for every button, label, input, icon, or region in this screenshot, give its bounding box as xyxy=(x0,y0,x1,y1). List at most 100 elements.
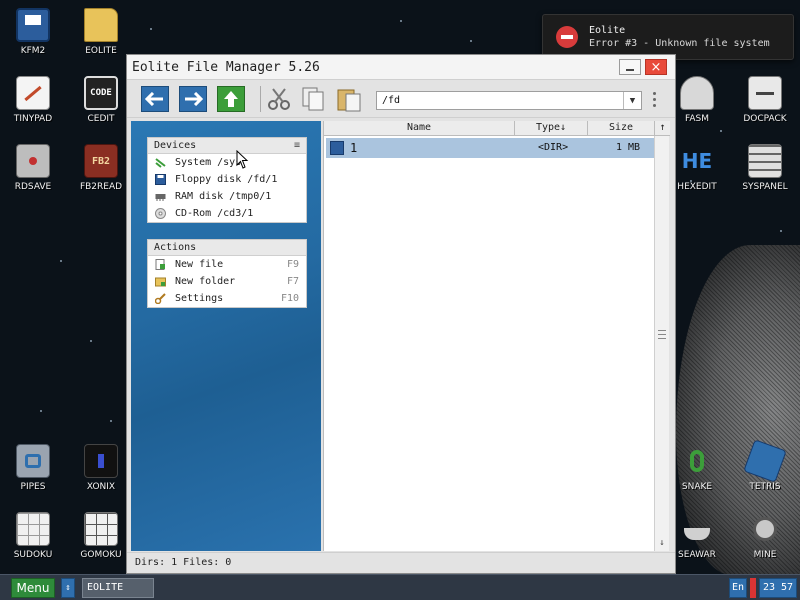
mine-icon xyxy=(748,512,782,546)
copy-icon xyxy=(302,87,324,111)
shortcut-key: F9 xyxy=(286,259,299,270)
desktop-icon-docpack[interactable]: DOCPACK xyxy=(732,76,798,124)
taskbar-item-eolite[interactable]: EOLITE xyxy=(82,578,154,598)
forward-button[interactable] xyxy=(179,86,207,112)
paste-button[interactable] xyxy=(335,86,363,112)
gomoku-icon xyxy=(84,512,118,546)
minimize-button[interactable] xyxy=(619,59,641,75)
book-icon: FB2 xyxy=(84,144,118,178)
desktop-icon-label: CEDIT xyxy=(87,114,115,124)
scissors-icon xyxy=(268,88,290,110)
path-input[interactable]: /fd ▼ xyxy=(376,91,642,110)
sidebar: Devices ≡ System /sys Floppy disk /fd/1 … xyxy=(131,121,321,551)
status-bar: Dirs: 1 Files: 0 xyxy=(127,552,675,573)
shortcut-key: F7 xyxy=(286,276,299,287)
desktop-icon-rdsave[interactable]: RDSAVE xyxy=(0,144,66,192)
chevron-down-icon[interactable]: ▼ xyxy=(623,92,641,109)
device-item-cdrom[interactable]: CD-Rom /cd3/1 xyxy=(148,205,306,222)
action-new-folder[interactable]: New folder F7 xyxy=(148,273,306,290)
desktop-icon-cedit[interactable]: CODE CEDIT xyxy=(68,76,134,124)
devices-header[interactable]: Devices ≡ xyxy=(148,138,306,154)
action-settings[interactable]: Settings F10 xyxy=(148,290,306,307)
taskbar: Menu ⇕ EOLITE En 23 57 xyxy=(0,574,800,600)
floppy-icon xyxy=(16,8,50,42)
desktop-icon-label: PIPES xyxy=(20,482,46,492)
desktop-icon-pipes[interactable]: PIPES xyxy=(0,444,66,492)
file-size: 1 MB xyxy=(616,142,641,153)
notification-indicator[interactable] xyxy=(750,578,756,598)
desktop-icon-gomoku[interactable]: GOMOKU xyxy=(68,512,134,560)
mouse-cursor-icon xyxy=(236,150,249,169)
cd-icon xyxy=(155,208,166,219)
device-item-floppy[interactable]: Floppy disk /fd/1 xyxy=(148,171,306,188)
column-size[interactable]: Size xyxy=(588,122,654,133)
folder-icon xyxy=(84,8,118,42)
desktop-icon-tetris[interactable]: TETRIS xyxy=(732,439,798,492)
rdsave-icon xyxy=(16,144,50,178)
window-titlebar[interactable]: Eolite File Manager 5.26 xyxy=(127,55,675,80)
file-manager-window: Eolite File Manager 5.26 × /fd ▼ Devices… xyxy=(126,54,676,574)
device-label: Floppy disk /fd/1 xyxy=(175,174,278,185)
action-label: Settings xyxy=(175,293,224,304)
copy-button[interactable] xyxy=(299,86,327,112)
menu-button[interactable]: Menu xyxy=(11,578,55,598)
ship-icon xyxy=(680,512,714,546)
new-file-icon xyxy=(155,259,165,270)
column-name[interactable]: Name xyxy=(324,122,514,133)
notepad-icon xyxy=(16,76,50,110)
file-list: Name Type↓ Size ↑ 1 <DIR> 1 MB ↓ xyxy=(323,121,670,551)
hex-icon: HE xyxy=(681,149,713,173)
device-label: RAM disk /tmp0/1 xyxy=(175,191,272,202)
devices-header-label: Devices xyxy=(154,140,197,151)
ram-icon xyxy=(155,194,166,201)
desktop-icon-label: TETRIS xyxy=(749,482,781,492)
xonix-icon xyxy=(84,444,118,478)
table-row[interactable]: 1 <DIR> 1 MB xyxy=(326,138,654,158)
snake-icon xyxy=(680,444,714,478)
desktop-icon-label: SYSPANEL xyxy=(742,182,788,192)
scroll-up-button[interactable]: ↑ xyxy=(655,122,670,133)
desktop-icon-xonix[interactable]: XONIX xyxy=(68,444,134,492)
notification-message: Error #3 - Unknown file system xyxy=(589,38,770,49)
file-list-header: Name Type↓ Size ↑ xyxy=(324,121,670,136)
code-icon: CODE xyxy=(84,76,118,110)
toolbar-separator xyxy=(260,86,261,112)
cut-button[interactable] xyxy=(265,86,293,112)
fasm-icon xyxy=(680,76,714,110)
desktop-icon-label: SUDOKU xyxy=(13,550,53,560)
close-button[interactable] xyxy=(645,59,667,75)
desktop-icon-tinypad[interactable]: TINYPAD xyxy=(0,76,66,124)
device-label: CD-Rom /cd3/1 xyxy=(175,208,254,219)
scroll-down-button[interactable]: ↓ xyxy=(655,536,669,550)
more-menu-icon[interactable] xyxy=(653,92,657,110)
device-item-system[interactable]: System /sys xyxy=(148,154,306,171)
desktop-icon-fb2read[interactable]: FB2 FB2READ xyxy=(68,144,134,192)
desktop-icon-label: RDSAVE xyxy=(14,182,52,192)
language-indicator[interactable]: En xyxy=(729,578,747,598)
paste-icon xyxy=(337,89,361,112)
floppy-icon xyxy=(330,141,344,155)
desktop-icon-eolite[interactable]: EOLITE xyxy=(68,8,134,56)
back-button[interactable] xyxy=(141,86,169,112)
actions-header-label: Actions xyxy=(154,242,197,253)
new-folder-icon xyxy=(155,277,166,287)
switch-icon[interactable]: ⇕ xyxy=(61,578,75,598)
desktop-icon-label: TINYPAD xyxy=(13,114,53,124)
desktop-icon-kfm2[interactable]: KFM2 xyxy=(0,8,66,56)
desktop-icon-label: MINE xyxy=(753,550,777,560)
desktop-icon-label: DOCPACK xyxy=(743,114,787,124)
desktop-icon-mine[interactable]: MINE xyxy=(732,512,798,560)
shortcut-key: F10 xyxy=(280,293,299,304)
device-item-ram[interactable]: RAM disk /tmp0/1 xyxy=(148,188,306,205)
action-new-file[interactable]: New file F9 xyxy=(148,256,306,273)
desktop-icon-syspanel[interactable]: SYSPANEL xyxy=(732,144,798,192)
column-type[interactable]: Type↓ xyxy=(515,122,587,133)
system-icon xyxy=(155,158,166,168)
up-button[interactable] xyxy=(217,86,245,112)
menu-icon[interactable]: ≡ xyxy=(294,140,300,151)
desktop-icon-label: FB2READ xyxy=(79,182,123,192)
vertical-scrollbar[interactable]: ↓ xyxy=(654,136,669,551)
clock[interactable]: 23 57 xyxy=(759,578,797,598)
scrollbar-grip[interactable] xyxy=(658,330,666,339)
desktop-icon-sudoku[interactable]: SUDOKU xyxy=(0,512,66,560)
